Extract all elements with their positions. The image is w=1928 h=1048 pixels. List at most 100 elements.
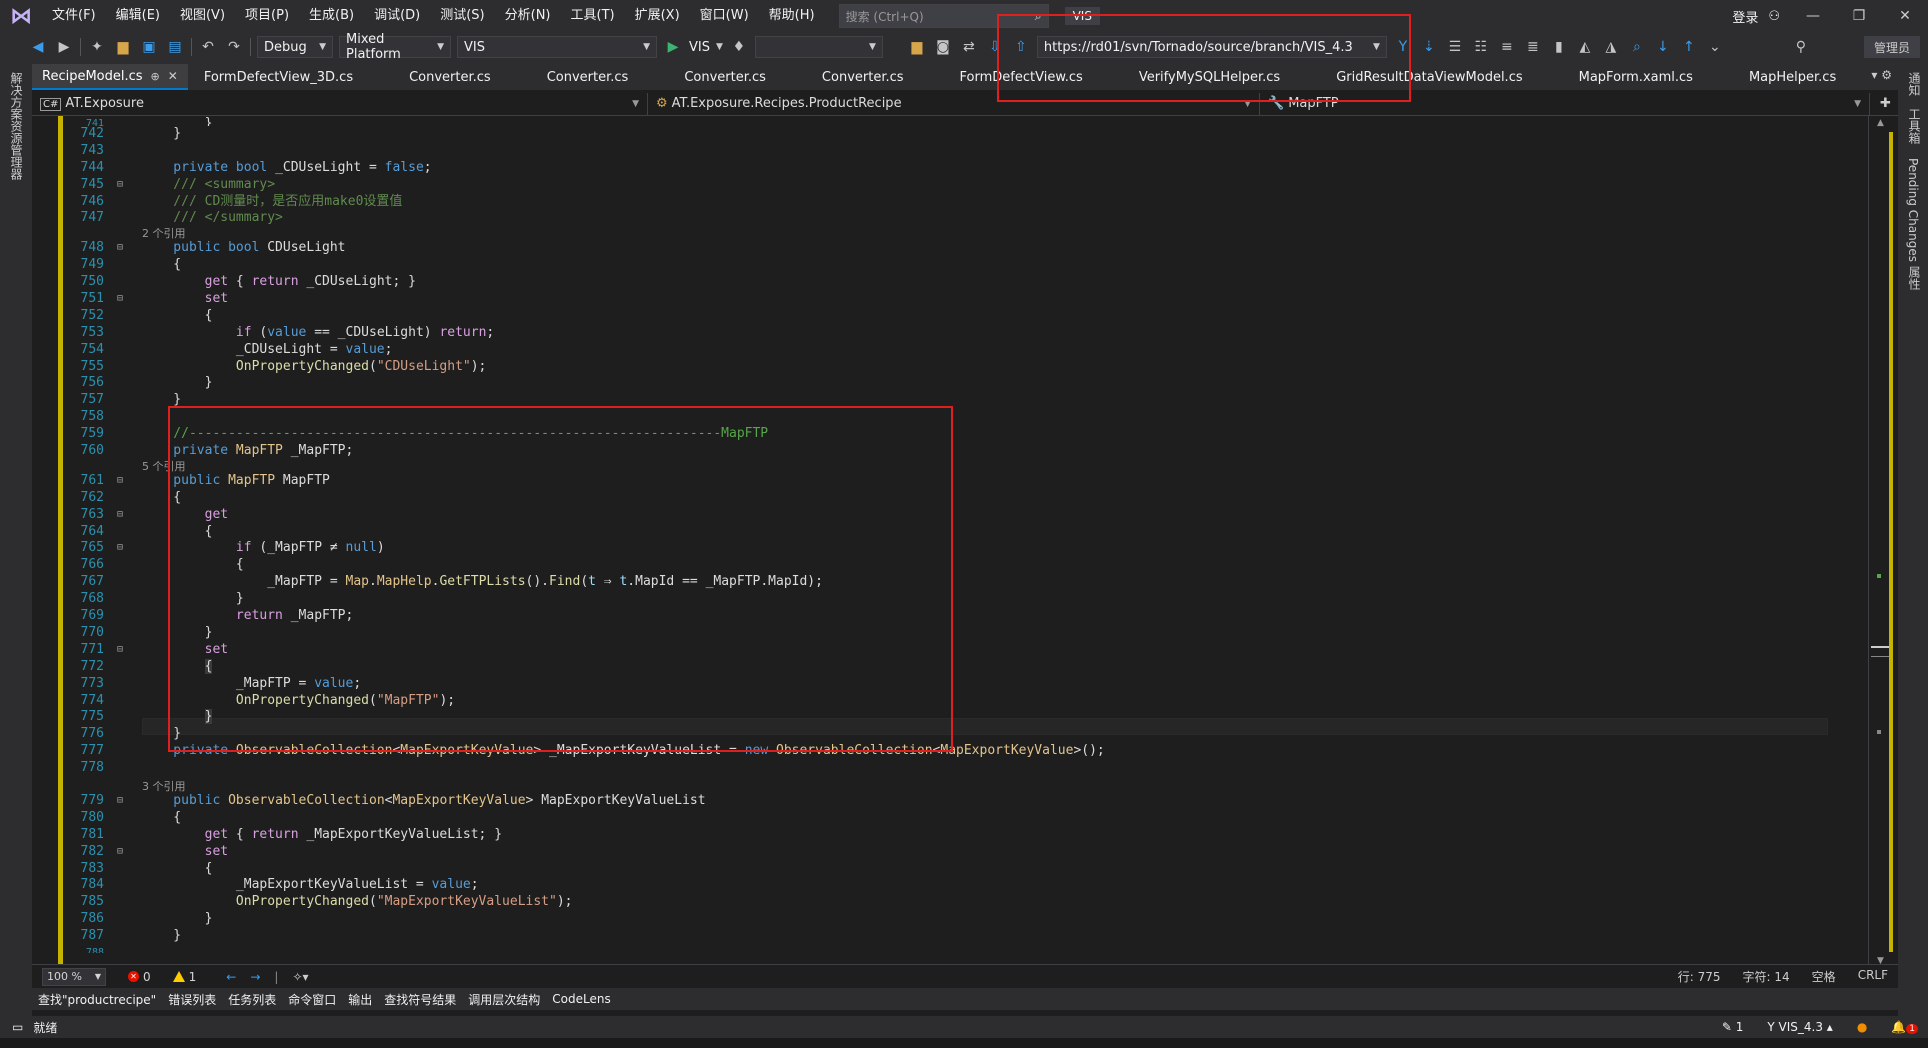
- sync-icon[interactable]: ⇄: [959, 37, 979, 57]
- indent-icon[interactable]: ≡: [1497, 37, 1517, 57]
- menu-view[interactable]: 视图(V): [170, 0, 235, 32]
- sort-icon[interactable]: ⇣: [1419, 37, 1439, 57]
- toolbox-tab[interactable]: 工具箱: [1906, 108, 1923, 144]
- next-bookmark-icon[interactable]: ◮: [1601, 37, 1621, 57]
- menu-edit[interactable]: 编辑(E): [106, 0, 170, 32]
- platform-select[interactable]: Mixed Platform ▼: [339, 32, 451, 62]
- codelens-references[interactable]: 3 个引用: [132, 780, 186, 793]
- project-select[interactable]: C# AT.Exposure ▼: [32, 92, 648, 115]
- scroll-position-marker: [1871, 646, 1889, 648]
- prev-bookmark-icon[interactable]: ◭: [1575, 37, 1595, 57]
- branch-icon: Y: [1767, 1020, 1775, 1034]
- svn-folder-icon[interactable]: ▆: [907, 37, 927, 57]
- attach-icon[interactable]: ♦: [729, 37, 749, 57]
- whitespace-mode[interactable]: 空格: [1812, 968, 1836, 985]
- menu-tools[interactable]: 工具(T): [561, 0, 625, 32]
- find-icon[interactable]: ⌕: [1627, 37, 1647, 57]
- save-all-icon[interactable]: ▤: [165, 37, 185, 57]
- notifications-bell[interactable]: 🔔 1: [1891, 1020, 1918, 1034]
- tab-formdefectview3d[interactable]: FormDefectView_3D.cs: [194, 64, 363, 90]
- menu-help[interactable]: 帮助(H): [759, 0, 825, 32]
- split-icon[interactable]: ✚: [1880, 96, 1891, 111]
- tab-error-list[interactable]: 错误列表: [162, 991, 222, 1008]
- project-value: C# AT.Exposure: [40, 96, 144, 111]
- nav-forward-icon[interactable]: →: [250, 970, 260, 984]
- tab-output[interactable]: 输出: [342, 991, 378, 1008]
- pending-changes-tab[interactable]: Pending Changes: [1906, 158, 1920, 262]
- code-cleanup-icon[interactable]: ✧▾: [292, 970, 308, 984]
- menu-build[interactable]: 生成(B): [299, 0, 364, 32]
- tab-find-symbol-results[interactable]: 查找符号结果: [378, 991, 462, 1008]
- codelens-references[interactable]: 2 个引用: [132, 227, 186, 240]
- tab-converter[interactable]: Converter.cs: [674, 64, 776, 90]
- bookmark-icon[interactable]: ▮: [1549, 37, 1569, 57]
- close-icon[interactable]: ✕: [168, 69, 178, 83]
- restore-icon[interactable]: ❐: [1836, 8, 1882, 24]
- config-select[interactable]: Debug ▼: [257, 36, 333, 58]
- start-debug-label[interactable]: VIS: [689, 40, 710, 55]
- step-into-icon[interactable]: ↓: [1653, 37, 1673, 57]
- menu-project[interactable]: 项目(P): [235, 0, 299, 32]
- solution-explorer-tab[interactable]: 解决方案资源管理器: [8, 72, 25, 180]
- tab-converter[interactable]: Converter.cs: [399, 64, 501, 90]
- tab-mapformxaml[interactable]: MapForm.xaml.cs: [1569, 64, 1703, 90]
- scroll-position-marker: [1871, 656, 1889, 657]
- zoom-select[interactable]: 100 % ▼: [42, 967, 106, 986]
- nav-back-icon[interactable]: ←: [226, 970, 236, 984]
- solution-config-select[interactable]: ▼: [754, 36, 883, 58]
- tab-task-list[interactable]: 任务列表: [222, 991, 282, 1008]
- menu-window[interactable]: 窗口(W): [690, 0, 759, 32]
- tab-find-results[interactable]: 查找"productrecipe": [32, 991, 162, 1008]
- menu-test[interactable]: 测试(S): [430, 0, 494, 32]
- annotation-box-mapftp-code: [168, 406, 953, 752]
- scrollbar-change-marker: [1889, 132, 1893, 952]
- vertical-scrollbar[interactable]: ▲ ▼: [1868, 116, 1898, 968]
- tab-recipemodel[interactable]: RecipeModel.cs ⊕ ✕: [32, 64, 188, 90]
- start-debug-icon[interactable]: ▶: [663, 37, 683, 57]
- live-share-icon[interactable]: ⚲: [1791, 37, 1811, 57]
- error-count[interactable]: ✕ 0: [128, 970, 151, 984]
- tab-maphelper[interactable]: MapHelper.cs: [1739, 64, 1846, 90]
- toolbar-overflow-icon[interactable]: ⌄: [1705, 37, 1725, 57]
- comment-icon[interactable]: ☰: [1445, 37, 1465, 57]
- status-separator: |: [274, 969, 279, 984]
- uncomment-icon[interactable]: ☷: [1471, 37, 1491, 57]
- back-icon[interactable]: ◀: [28, 37, 48, 57]
- pending-edits[interactable]: ✎ 1: [1722, 1020, 1744, 1034]
- notifications-tab[interactable]: 通知: [1906, 72, 1923, 96]
- screenshot-icon[interactable]: ◙: [933, 37, 953, 57]
- menu-analyze[interactable]: 分析(N): [495, 0, 561, 32]
- undo-icon[interactable]: ↶: [198, 37, 218, 57]
- new-project-icon[interactable]: ✦: [87, 37, 107, 57]
- close-icon[interactable]: ✕: [1882, 8, 1928, 24]
- left-dock-panel: 解决方案资源管理器: [0, 62, 32, 1022]
- properties-tab[interactable]: 属性: [1906, 266, 1923, 290]
- menu-extensions[interactable]: 扩展(X): [625, 0, 690, 32]
- tab-call-hierarchy[interactable]: 调用层次结构: [462, 991, 546, 1008]
- redo-icon[interactable]: ↷: [224, 37, 244, 57]
- tab-converter[interactable]: Converter.cs: [812, 64, 914, 90]
- tab-converter[interactable]: Converter.cs: [537, 64, 639, 90]
- visual-studio-logo-icon[interactable]: ⋈: [0, 0, 42, 32]
- forward-icon[interactable]: ▶: [54, 37, 74, 57]
- tab-overflow-icon[interactable]: ▾ ⚙: [1871, 68, 1892, 82]
- user-icon[interactable]: ⚇: [1768, 9, 1780, 24]
- step-out-icon[interactable]: ↑: [1679, 37, 1699, 57]
- minimize-icon[interactable]: —: [1790, 8, 1836, 24]
- tab-command-window[interactable]: 命令窗口: [282, 991, 342, 1008]
- pin-icon[interactable]: ⊕: [151, 70, 160, 83]
- menu-file[interactable]: 文件(F): [42, 0, 106, 32]
- branch-select[interactable]: Y VIS_4.3 ▴: [1767, 1020, 1832, 1034]
- chevron-down-icon[interactable]: ▼: [716, 42, 723, 52]
- line-ending[interactable]: CRLF: [1858, 968, 1888, 985]
- tab-codelens[interactable]: CodeLens: [546, 992, 616, 1006]
- scroll-up-icon[interactable]: ▲: [1877, 118, 1884, 128]
- login-link[interactable]: 登录: [1732, 7, 1758, 26]
- save-icon[interactable]: ▣: [139, 37, 159, 57]
- warning-count[interactable]: 1: [172, 970, 196, 984]
- startup-project-select[interactable]: VIS ▼: [457, 36, 657, 58]
- open-folder-icon[interactable]: ▆: [113, 37, 133, 57]
- menu-debug[interactable]: 调试(D): [364, 0, 430, 32]
- outdent-icon[interactable]: ≣: [1523, 37, 1543, 57]
- platform-value: Mixed Platform: [346, 32, 401, 62]
